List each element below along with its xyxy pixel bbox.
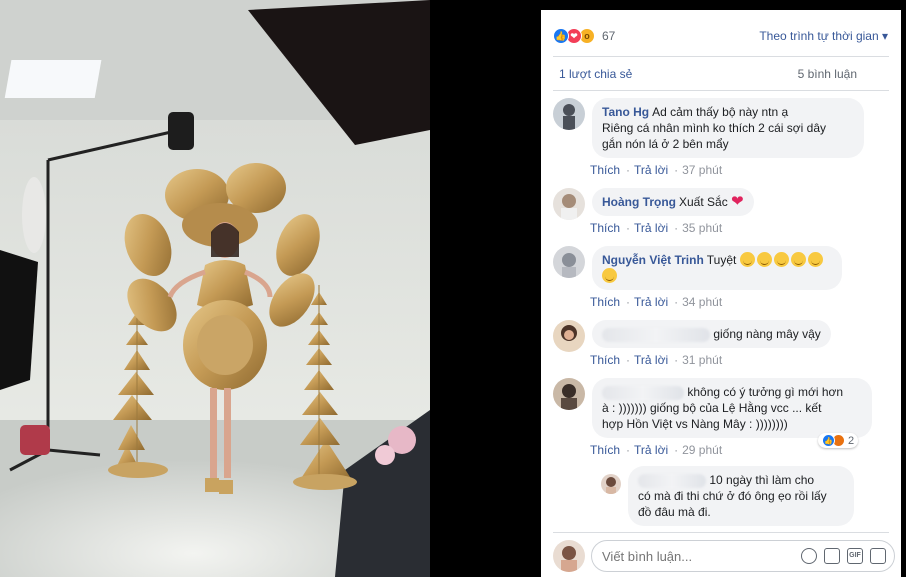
avatar: [553, 540, 585, 572]
gif-icon[interactable]: GIF: [847, 548, 863, 564]
sort-dropdown[interactable]: Theo trình tự thời gian ▾: [759, 29, 888, 43]
comment-bubble: 10 ngày thì làm cho có mà đi thi chứ ở đ…: [628, 466, 854, 526]
comments-count[interactable]: 5 bình luận: [798, 67, 857, 81]
like-icon: 👍: [553, 28, 569, 44]
blurred-author: [602, 327, 710, 342]
comment-actions: Thích · Trả lời · 29 phút: [590, 443, 723, 457]
reply-button[interactable]: Trả lời: [634, 163, 668, 177]
reaction-count: 67: [602, 29, 616, 43]
divider: [553, 90, 889, 91]
reply-button[interactable]: Trả lời: [634, 295, 668, 309]
sort-label: Theo trình tự thời gian: [759, 29, 879, 43]
smile-emoji-icon: [790, 252, 806, 267]
blurred-author: [602, 385, 684, 400]
like-button[interactable]: Thích: [590, 221, 620, 235]
comment-author[interactable]: Tano Hg: [602, 105, 649, 119]
comments-panel: 👍 ❤ o 67 Theo trình tự thời gian ▾ 1 lượ…: [541, 10, 901, 577]
like-button[interactable]: Thích: [590, 163, 620, 177]
composer-icons: GIF: [801, 548, 886, 564]
comment-item: không có ý tưởng gì mới hơn à : ))))))) …: [553, 378, 893, 448]
comment-text: Riêng cá nhân mình ko thích 2 cái sợi dâ…: [602, 121, 826, 135]
like-button[interactable]: Thích: [590, 443, 620, 457]
comment-reaction-count: 2: [848, 434, 855, 447]
like-icon: 👍: [822, 434, 835, 447]
avatar[interactable]: [553, 98, 585, 130]
comment-text: Ad cảm thấy bộ này ntn ạ: [652, 105, 789, 119]
avatar[interactable]: [601, 474, 621, 494]
divider: [553, 532, 889, 533]
reply-button[interactable]: Trả lời: [634, 353, 668, 367]
smile-emoji-icon: [602, 268, 617, 283]
comment-time[interactable]: 29 phút: [682, 443, 722, 457]
comment-time[interactable]: 37 phút: [682, 163, 722, 177]
comment-actions: Thích · Trả lời · 35 phút: [590, 221, 723, 235]
photo-image: [0, 0, 541, 577]
comment-text: đồ đâu mà đi.: [638, 505, 711, 519]
comment-item: Hoàng Trọng Xuất Sắc ❤: [553, 188, 893, 222]
camera-icon[interactable]: [824, 548, 840, 564]
comment-actions: Thích · Trả lời · 31 phút: [590, 353, 723, 367]
comment-bubble: Hoàng Trọng Xuất Sắc ❤: [592, 188, 754, 216]
avatar[interactable]: [553, 320, 585, 352]
reply-button[interactable]: Trả lời: [634, 221, 668, 235]
shares-link[interactable]: 1 lượt chia sẻ: [559, 67, 632, 81]
comment-bubble: Tano Hg Ad cảm thấy bộ này ntn ạ Riêng cá…: [592, 98, 864, 158]
comment-text: có mà đi thi chứ ở đó ông ẹo rồi lấy: [638, 489, 827, 503]
comment-item: giống nàng mây vậy: [553, 320, 893, 354]
comment-author[interactable]: Nguyễn Việt Trinh: [602, 253, 704, 267]
smile-emoji-icon: [807, 252, 823, 267]
comment-text: à : ))))))) giống bộ của Lệ Hằng vcc ...…: [602, 401, 822, 415]
comment-text: gắn nón lá ở 2 bên mẩy: [602, 137, 729, 151]
smile-emoji-icon: [756, 252, 772, 267]
comment-item: Tano Hg Ad cảm thấy bộ này ntn ạ Riêng cá…: [553, 98, 893, 168]
post-photo[interactable]: [0, 0, 541, 577]
sticker-icon[interactable]: [870, 548, 886, 564]
comment-actions: Thích · Trả lời · 34 phút: [590, 295, 723, 309]
reply-item: 10 ngày thì làm cho có mà đi thi chứ ở đ…: [601, 466, 901, 532]
comment-author[interactable]: Hoàng Trọng: [602, 195, 676, 209]
heart-emoji-icon: ❤: [731, 193, 744, 210]
smile-emoji-icon: [739, 252, 755, 267]
comment-reactions[interactable]: 👍 2: [818, 433, 859, 448]
divider: [553, 56, 889, 57]
caret-down-icon: ▾: [881, 29, 888, 43]
avatar[interactable]: [553, 378, 585, 410]
like-button[interactable]: Thích: [590, 295, 620, 309]
comment-text: 10 ngày thì làm cho: [709, 473, 815, 487]
comment-text: giống nàng mây vậy: [713, 327, 821, 341]
comment-time[interactable]: 31 phút: [682, 353, 722, 367]
comment-bubble: không có ý tưởng gì mới hơn à : ))))))) …: [592, 378, 872, 438]
like-button[interactable]: Thích: [590, 353, 620, 367]
comment-time[interactable]: 35 phút: [682, 221, 722, 235]
avatar[interactable]: [553, 246, 585, 278]
comment-bubble: Nguyễn Việt Trinh Tuyệt: [592, 246, 842, 290]
reactions-summary[interactable]: 👍 ❤ o 67: [553, 26, 615, 46]
comment-text: Xuất Sắc: [679, 195, 728, 209]
comment-time[interactable]: 34 phút: [682, 295, 722, 309]
smile-emoji-icon: [773, 252, 789, 267]
avatar[interactable]: [553, 188, 585, 220]
comment-text: hợp Hồn Việt vs Nàng Mây : )))))))): [602, 417, 788, 431]
blurred-author: [638, 473, 706, 488]
reply-button[interactable]: Trả lời: [634, 443, 668, 457]
comment-bubble: giống nàng mây vậy: [592, 320, 831, 348]
comment-text: Tuyệt: [706, 253, 737, 267]
comment-text: không có ý tưởng gì mới hơn: [687, 385, 844, 399]
comment-composer: GIF: [553, 536, 898, 576]
comment-item: Nguyễn Việt Trinh Tuyệt: [553, 246, 893, 296]
comment-actions: Thích · Trả lời · 37 phút: [590, 163, 723, 177]
emoji-icon[interactable]: [801, 548, 817, 564]
